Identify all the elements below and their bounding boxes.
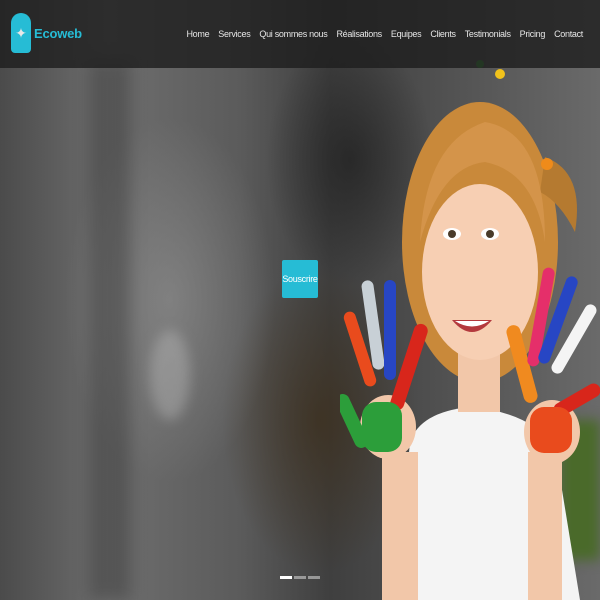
carousel-indicators bbox=[280, 576, 320, 579]
brand[interactable]: ✦ Ecoweb bbox=[11, 13, 82, 53]
navbar: ✦ Ecoweb Home Services Qui sommes nous R… bbox=[0, 0, 600, 68]
left-arm bbox=[382, 452, 418, 600]
carousel-indicator-1[interactable] bbox=[280, 576, 292, 579]
nav-item-equipes[interactable]: Equipes bbox=[391, 29, 422, 39]
nav-item-pricing[interactable]: Pricing bbox=[520, 29, 546, 39]
nav-item-testimonials[interactable]: Testimonials bbox=[465, 29, 511, 39]
right-pupil bbox=[486, 230, 494, 238]
nav-item-qui-sommes-nous[interactable]: Qui sommes nous bbox=[259, 29, 327, 39]
nav-item-home[interactable]: Home bbox=[186, 29, 209, 39]
brand-name: Ecoweb bbox=[34, 25, 82, 41]
hero-child-image bbox=[340, 60, 600, 600]
nav-item-services[interactable]: Services bbox=[218, 29, 250, 39]
background-highlight bbox=[150, 330, 190, 420]
background-blur-shape bbox=[90, 60, 130, 600]
right-arm bbox=[528, 452, 562, 600]
carousel-indicator-2[interactable] bbox=[294, 576, 306, 579]
subscribe-button[interactable]: Souscrire bbox=[282, 260, 318, 298]
nav-menu: Home Services Qui sommes nous Réalisatio… bbox=[186, 29, 583, 39]
brand-logo-icon: ✦ bbox=[11, 13, 31, 53]
nav-item-clients[interactable]: Clients bbox=[430, 29, 456, 39]
nav-item-contact[interactable]: Contact bbox=[554, 29, 583, 39]
nav-item-realisations[interactable]: Réalisations bbox=[336, 29, 382, 39]
hair-tie-orange bbox=[541, 158, 553, 170]
left-pupil bbox=[448, 230, 456, 238]
hair-tie-yellow bbox=[495, 69, 505, 79]
neck bbox=[458, 352, 500, 412]
hero-slider: ✦ Ecoweb Home Services Qui sommes nous R… bbox=[0, 0, 600, 600]
carousel-indicator-3[interactable] bbox=[308, 576, 320, 579]
